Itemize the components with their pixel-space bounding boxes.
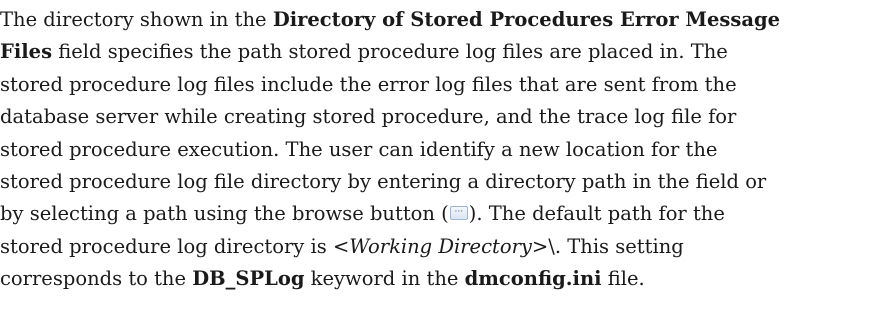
working-directory-italic: <Working Directory> <box>332 234 549 258</box>
browse-button-icon: ··· <box>449 205 468 220</box>
paragraph-line-4: database server while creating stored pr… <box>0 101 889 133</box>
text: file. <box>601 267 645 291</box>
field-name-bold-cont: Files <box>0 40 53 64</box>
paragraph-line-2: Files field specifies the path stored pr… <box>0 36 889 68</box>
paragraph-line-6: stored procedure log file directory by e… <box>0 166 889 198</box>
ellipsis-icon: ··· <box>454 206 464 217</box>
text: The directory shown in the <box>0 8 273 31</box>
paragraph-line-7: by selecting a path using the browse but… <box>0 198 889 230</box>
text: corresponds to the <box>0 267 193 291</box>
document-body: The directory shown in the Directory of … <box>0 0 889 332</box>
config-file-bold: dmconfig.ini <box>464 267 602 291</box>
paragraph-line-1: The directory shown in the Directory of … <box>0 4 889 36</box>
keyword-bold: DB_SPLog <box>192 267 305 291</box>
text: stored procedure log file directory by e… <box>0 169 767 193</box>
text: by selecting a path using the browse but… <box>0 202 449 226</box>
paragraph-line-3: stored procedure log files include the e… <box>0 69 889 101</box>
field-name-bold: Directory of Stored Procedures Error Mes… <box>272 8 781 31</box>
paragraph-line-9: corresponds to the DB_SPLog keyword in t… <box>0 263 889 295</box>
paragraph-line-5: stored procedure execution. The user can… <box>0 134 889 166</box>
text: stored procedure execution. The user can… <box>0 137 718 161</box>
text: keyword in the <box>304 267 465 291</box>
text: field specifies the path stored procedur… <box>52 40 728 64</box>
text: stored procedure log directory is <box>0 234 333 258</box>
text: ). The default path for the <box>468 202 725 226</box>
text: stored procedure log files include the e… <box>0 72 737 96</box>
paragraph-line-8: stored procedure log directory is <Worki… <box>0 231 889 263</box>
text: \. This setting <box>548 234 684 258</box>
text: database server while creating stored pr… <box>0 105 737 129</box>
